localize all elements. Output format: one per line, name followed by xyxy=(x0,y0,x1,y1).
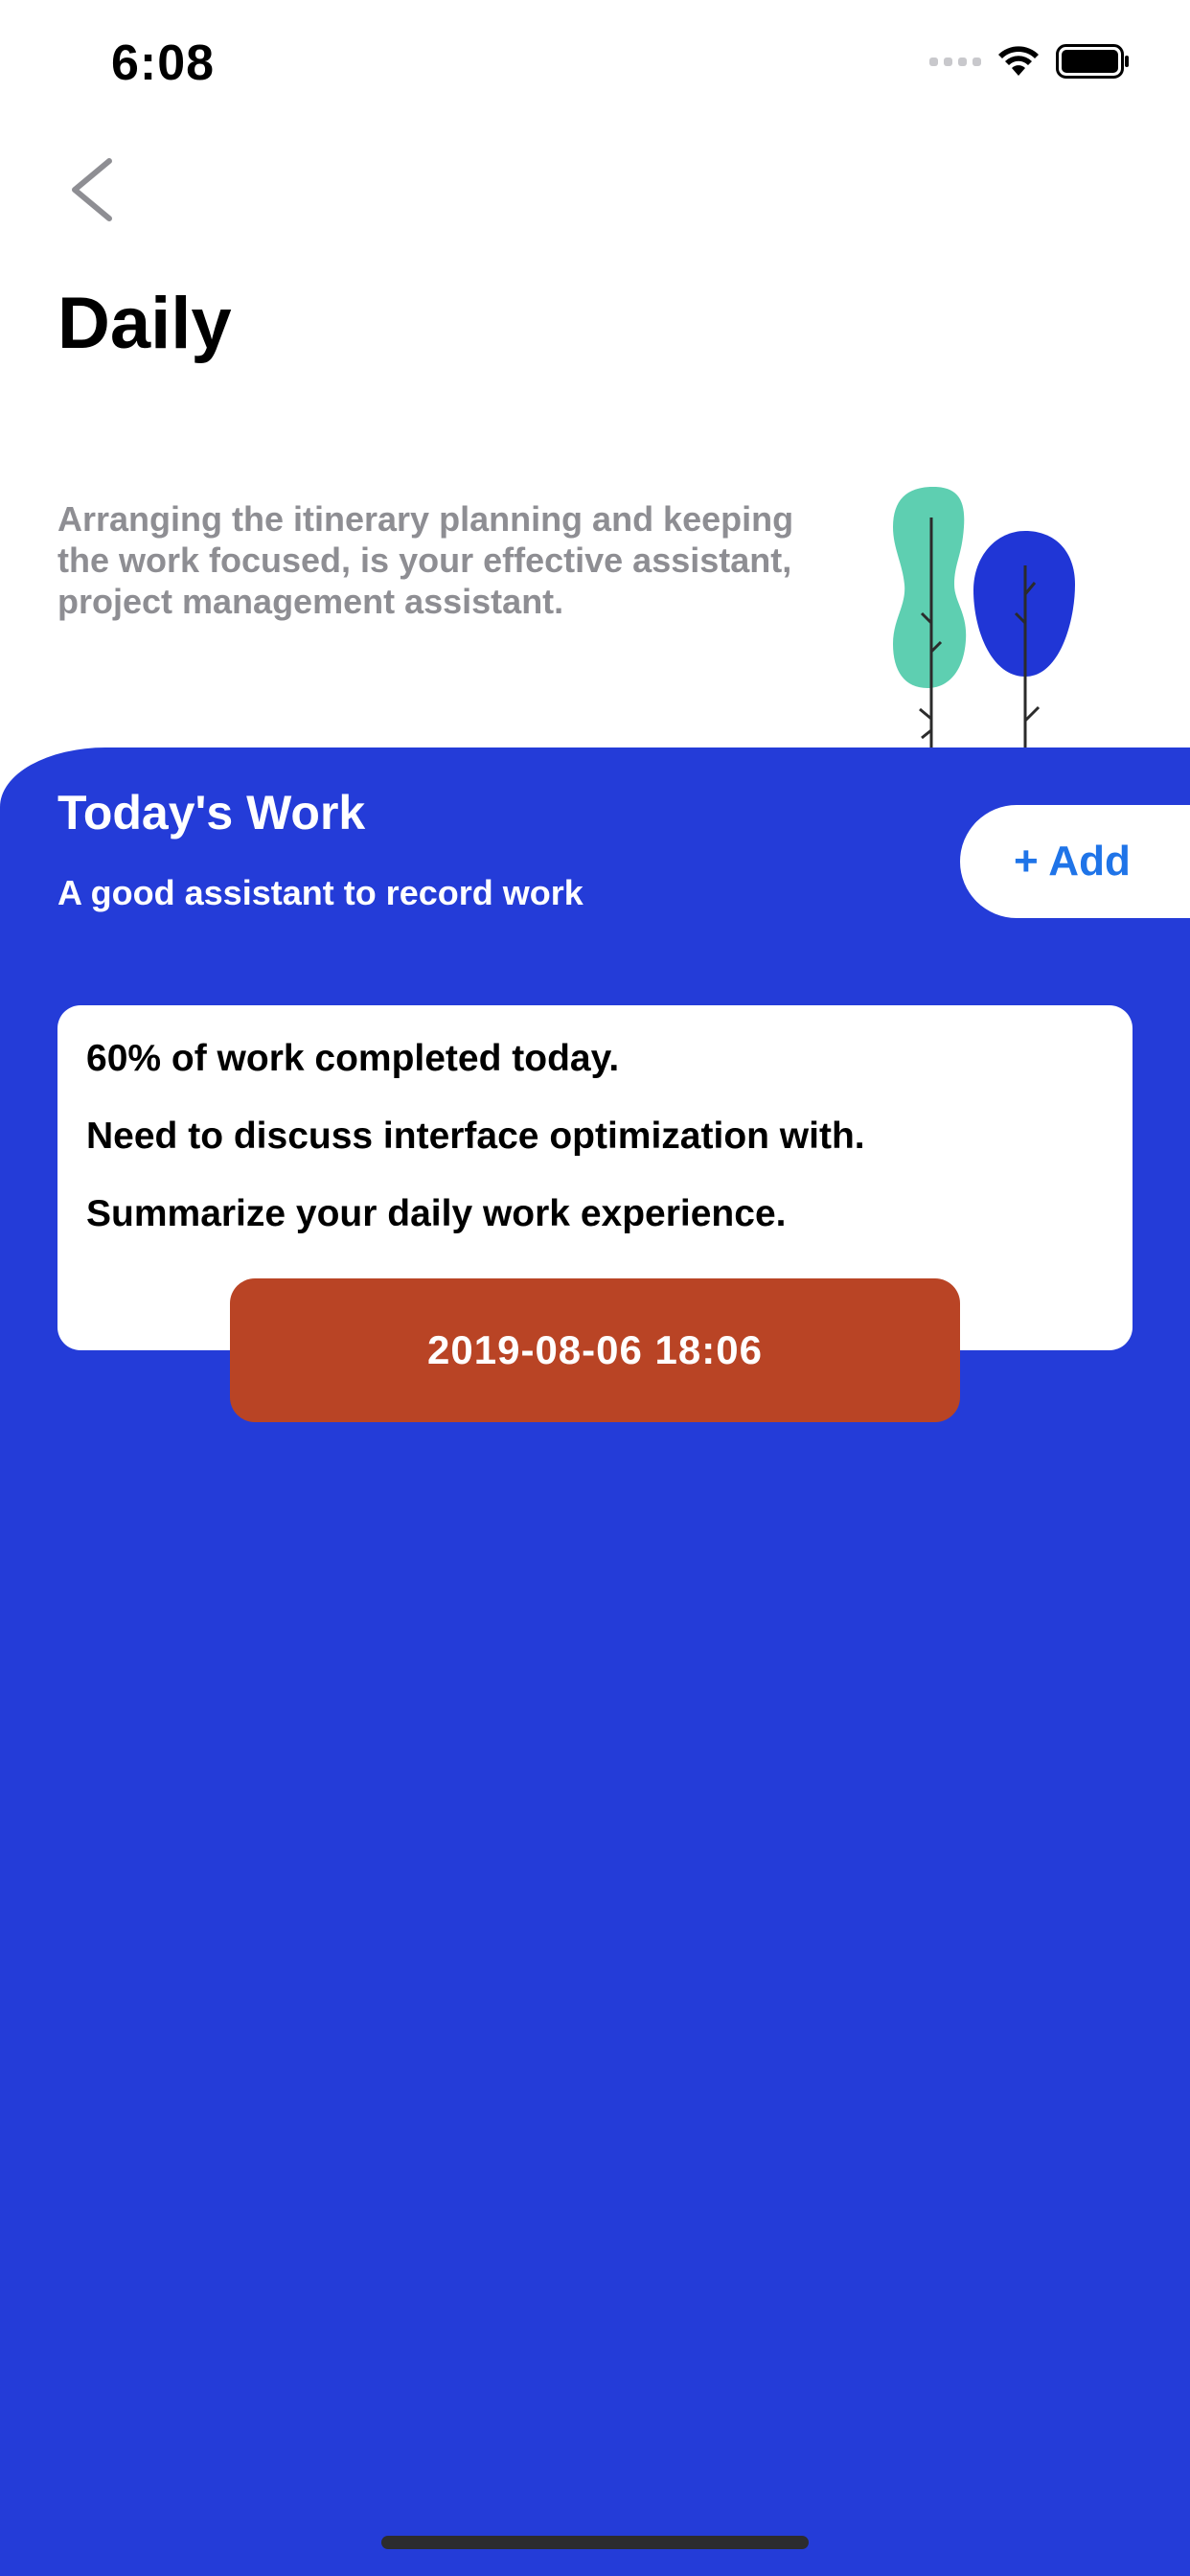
work-line: Need to discuss interface optimization w… xyxy=(86,1116,865,1157)
datetime-badge: 2019-08-06 18:06 xyxy=(230,1278,960,1422)
battery-icon xyxy=(1056,44,1129,79)
trees-illustration xyxy=(893,487,1075,757)
section-title: Today's Work xyxy=(57,786,366,840)
wifi-icon xyxy=(998,46,1039,76)
status-bar: 6:08 xyxy=(0,0,1190,126)
intro-text: Arranging the itinerary planning and kee… xyxy=(57,499,794,621)
add-button[interactable]: + Add xyxy=(960,805,1190,918)
section-subtitle: A good assistant to record work xyxy=(57,873,584,912)
green-tree-icon xyxy=(893,487,967,688)
work-line: Summarize your daily work experience. xyxy=(86,1193,787,1234)
page-title: Daily xyxy=(57,283,232,364)
cellular-signal-icon xyxy=(929,57,981,66)
home-indicator[interactable] xyxy=(381,2536,809,2549)
back-button[interactable] xyxy=(57,151,126,228)
chevron-left-icon xyxy=(72,158,112,221)
status-time: 6:08 xyxy=(111,35,216,91)
status-icons xyxy=(929,44,1131,79)
work-line: 60% of work completed today. xyxy=(86,1038,620,1079)
